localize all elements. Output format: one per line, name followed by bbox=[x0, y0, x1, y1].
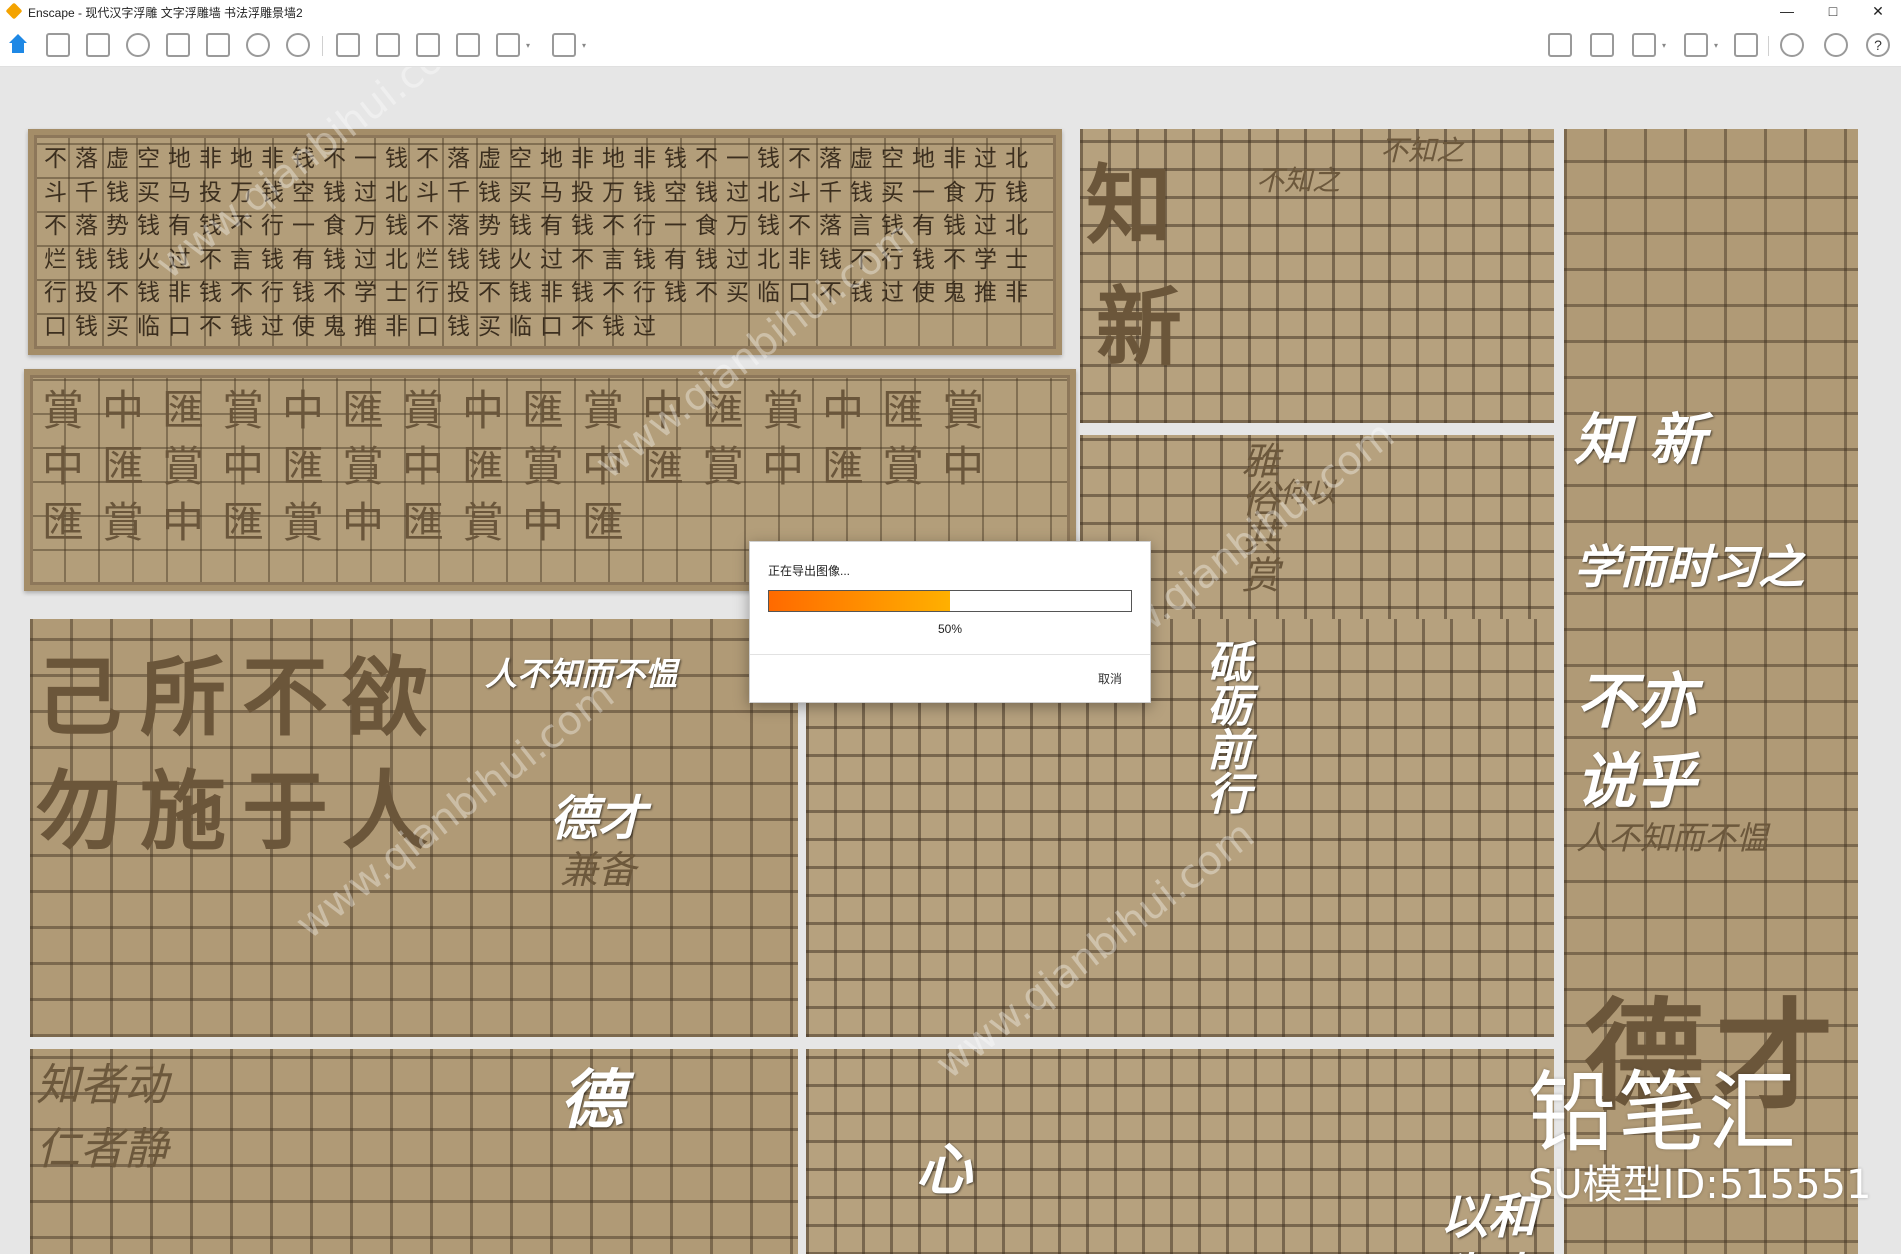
screenshot-icon[interactable] bbox=[336, 33, 360, 57]
relief-text-zhizhe: 知者动 bbox=[36, 1060, 168, 1111]
close-button[interactable]: ✕ bbox=[1855, 0, 1901, 24]
maximize-button[interactable]: □ bbox=[1810, 0, 1856, 24]
export-icon[interactable]: ▾ bbox=[552, 33, 586, 57]
relief-text-xueer: 学而时习之 bbox=[1574, 540, 1804, 594]
relief-char-4: 欲 bbox=[342, 647, 428, 748]
walk-icon[interactable] bbox=[1734, 33, 1758, 57]
bim-icon[interactable] bbox=[86, 33, 110, 57]
relief-char-1: 己 bbox=[36, 647, 122, 748]
relief-text-weigui: 为贵 bbox=[1440, 1237, 1536, 1254]
sync-icon[interactable] bbox=[286, 33, 310, 57]
relief-text-shuohu: 说乎 bbox=[1576, 747, 1696, 817]
relief-text-jianbei: 兼备 bbox=[560, 848, 637, 892]
title-bar: Enscape - 现代汉字浮雕 文字浮雕墙 书法浮雕景墙2 — □ ✕ bbox=[0, 0, 1901, 24]
dialog-title: 正在导出图像... bbox=[768, 564, 851, 578]
relief-panel-bottom-left: 知者动 仁者静 德 bbox=[30, 1049, 798, 1254]
vr-icon[interactable]: ▾ bbox=[496, 33, 530, 57]
relief-char-5: 勿 bbox=[36, 761, 122, 862]
relief-text-zhuo: 砥砺前行 bbox=[1199, 639, 1250, 815]
relief-text-buzhizhi: 不知之 bbox=[1256, 164, 1341, 197]
cancel-button[interactable]: 取消 bbox=[1098, 670, 1122, 687]
toolbar: ▾ ▾ ⌃ ▾ ▾ ? bbox=[0, 24, 1901, 86]
dialog-divider bbox=[750, 654, 1150, 655]
relief-char-6: 施 bbox=[140, 761, 226, 862]
view-icon[interactable] bbox=[126, 33, 150, 57]
relief-text-rbz-right: 人不知而不愠 bbox=[1576, 819, 1769, 857]
home-icon[interactable] bbox=[6, 33, 30, 57]
relief-panel-bottom-center: 心 以和 为贵 bbox=[806, 1049, 1554, 1254]
relief-panel-zhi-xin: 知 新 不知之 不知之 bbox=[1080, 129, 1554, 423]
relief-text-buzhi: 不知之 bbox=[1380, 134, 1465, 167]
library-icon[interactable] bbox=[206, 33, 230, 57]
relief-char-zhi: 知 bbox=[1086, 155, 1172, 256]
relief-text-renzhe: 仁者静 bbox=[36, 1124, 168, 1175]
material-icon[interactable]: ▾ bbox=[1684, 33, 1718, 57]
enscape-logo-icon bbox=[5, 2, 23, 20]
watermark-brand: 铅笔汇 bbox=[1528, 1061, 1799, 1164]
visibility-icon[interactable] bbox=[1780, 33, 1804, 57]
image-icon[interactable] bbox=[416, 33, 440, 57]
batch-render-icon[interactable] bbox=[376, 33, 400, 57]
relief-text-buyi: 不亦 bbox=[1576, 667, 1696, 737]
relief-char-7: 于 bbox=[242, 761, 328, 862]
minimize-button[interactable]: — bbox=[1764, 0, 1810, 24]
chevron-down-icon: ▾ bbox=[525, 41, 530, 50]
watermark-model-id: SU模型ID:515551 bbox=[1528, 1162, 1872, 1208]
help-icon[interactable]: ? bbox=[1866, 33, 1890, 57]
asset-icon[interactable] bbox=[166, 33, 190, 57]
relief-text-zhixin: 知 新 bbox=[1574, 407, 1706, 473]
chevron-down-icon: ▾ bbox=[1661, 41, 1666, 50]
video-icon[interactable] bbox=[456, 33, 480, 57]
gallery-icon[interactable] bbox=[1590, 33, 1614, 57]
export-progress-fill bbox=[769, 591, 950, 611]
relief-char-xin-heart: 心 bbox=[916, 1137, 972, 1203]
relief-char-2: 所 bbox=[140, 647, 226, 748]
panorama-icon[interactable] bbox=[1548, 33, 1572, 57]
window-title: Enscape - 现代汉字浮雕 文字浮雕墙 书法浮雕景墙2 bbox=[28, 6, 303, 20]
export-progress-bar bbox=[768, 590, 1132, 612]
progress-percent: 50% bbox=[937, 622, 963, 636]
chevron-down-icon: ▾ bbox=[581, 41, 586, 50]
project-icon[interactable] bbox=[46, 33, 70, 57]
relief-char-xin: 新 bbox=[1096, 277, 1182, 378]
relief-char-de-bottom: 德 bbox=[560, 1063, 624, 1138]
export-progress-dialog: 正在导出图像... 50% 取消 bbox=[749, 541, 1151, 703]
settings-icon[interactable] bbox=[246, 33, 270, 57]
chevron-down-icon: ▾ bbox=[1713, 41, 1718, 50]
cube-icon[interactable]: ▾ bbox=[1632, 33, 1666, 57]
relief-char-3: 不 bbox=[242, 647, 328, 748]
gear-icon[interactable] bbox=[1824, 33, 1848, 57]
